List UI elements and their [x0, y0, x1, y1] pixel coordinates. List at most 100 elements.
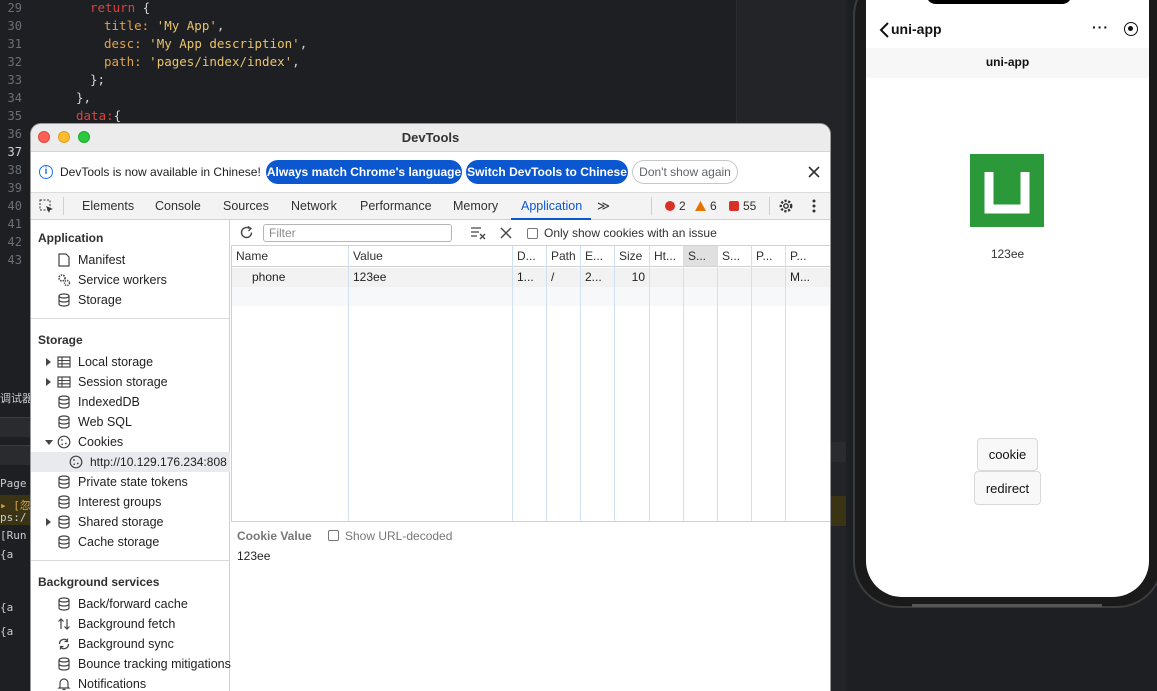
tab-separator	[63, 197, 64, 215]
filter-input[interactable]	[263, 224, 452, 242]
column-header-size[interactable]: Size	[615, 246, 649, 267]
warning-count-badge[interactable]: 6	[695, 199, 717, 213]
tab-performance[interactable]: Performance	[360, 199, 432, 213]
column-header-partition[interactable]: P...	[752, 246, 785, 267]
database-icon	[58, 657, 70, 671]
switch-to-chinese-button[interactable]: Switch DevTools to Chinese	[466, 160, 628, 184]
cookie-icon	[57, 435, 71, 449]
sidebar-item-background-sync[interactable]: Background sync	[31, 634, 230, 654]
column-header-value[interactable]: Value	[349, 246, 512, 267]
sidebar-item-private-state-tokens[interactable]: Private state tokens	[31, 472, 230, 492]
up-down-arrows-icon	[58, 618, 70, 630]
cookie-button[interactable]: cookie	[977, 438, 1038, 471]
clear-filtered-icon[interactable]	[470, 226, 486, 240]
bell-icon	[57, 678, 71, 691]
line-number: 42	[7, 235, 22, 249]
expand-arrow-icon[interactable]	[46, 518, 51, 526]
tab-memory[interactable]: Memory	[453, 199, 498, 213]
more-tabs-icon[interactable]: ≫	[597, 198, 610, 213]
code-line: },	[76, 90, 92, 105]
error-icon	[665, 201, 675, 211]
more-icon[interactable]: ···	[1092, 19, 1109, 35]
column-header-samesite[interactable]: S...	[718, 246, 751, 267]
sidebar-item-background-fetch[interactable]: Background fetch	[31, 614, 230, 634]
column-header-expires[interactable]: E...	[581, 246, 614, 267]
sidebar-item-interest-groups[interactable]: Interest groups	[31, 492, 230, 512]
expand-arrow-icon[interactable]	[46, 378, 51, 386]
sidebar-item-label: Private state tokens	[78, 475, 188, 489]
column-divider	[546, 246, 547, 521]
only-issues-label: Only show cookies with an issue	[544, 226, 717, 240]
phone-screen: uni-app ··· uni-app 123ee cookie redirec…	[866, 0, 1149, 597]
sidebar-item-indexeddb[interactable]: IndexedDB	[31, 392, 230, 412]
tab-elements[interactable]: Elements	[82, 199, 134, 213]
close-icon[interactable]	[806, 164, 822, 180]
sidebar-item-cache-storage[interactable]: Cache storage	[31, 532, 230, 552]
sidebar-item-label: Background fetch	[78, 617, 176, 631]
sidebar-item-local-storage[interactable]: Local storage	[31, 352, 230, 372]
sidebar-item-bounce-tracking[interactable]: Bounce tracking mitigations	[31, 654, 231, 674]
column-header-priority[interactable]: P...	[786, 246, 830, 267]
redirect-button[interactable]: redirect	[974, 471, 1041, 505]
url-decoded-checkbox[interactable]	[328, 530, 339, 541]
window-titlebar: DevTools	[31, 124, 830, 152]
column-divider	[614, 246, 615, 521]
refresh-icon[interactable]	[239, 225, 254, 240]
code-line: };	[90, 72, 106, 87]
settings-gear-icon[interactable]	[778, 198, 794, 214]
sidebar-item-manifest[interactable]: Manifest	[31, 250, 230, 270]
sidebar-item-label: IndexedDB	[78, 395, 140, 409]
sidebar-item-label: Web SQL	[78, 415, 132, 429]
line-number: 33	[7, 73, 22, 87]
table-icon	[57, 376, 71, 388]
sidebar-item-label: Cache storage	[78, 535, 160, 549]
always-match-language-button[interactable]: Always match Chrome's language	[266, 160, 462, 184]
sidebar-item-back-forward-cache[interactable]: Back/forward cache	[31, 594, 230, 614]
sidebar-item-notifications[interactable]: Notifications	[31, 674, 230, 691]
line-number: 29	[7, 1, 22, 15]
dont-show-again-button[interactable]: Don't show again	[632, 160, 738, 184]
tab-sources[interactable]: Sources	[223, 199, 269, 213]
column-header-secure[interactable]: S...	[684, 246, 717, 267]
kebab-menu-icon[interactable]	[810, 198, 818, 214]
cell-priority: M...	[790, 270, 810, 284]
column-header-httponly[interactable]: Ht...	[650, 246, 683, 267]
line-number: 36	[7, 127, 22, 141]
tab-console[interactable]: Console	[155, 199, 201, 213]
cookie-value-text[interactable]: 123ee	[237, 549, 270, 563]
record-icon[interactable]	[1124, 22, 1138, 36]
console-toolbar	[0, 445, 31, 465]
cookies-panel: Only show cookies with an issue Name Val…	[231, 220, 830, 691]
inspect-element-icon[interactable]	[39, 199, 54, 214]
collapse-arrow-icon[interactable]	[45, 440, 53, 445]
database-icon	[58, 515, 70, 529]
sidebar-item-label: Service workers	[78, 273, 167, 287]
console-obj-text: {a	[0, 548, 14, 561]
sidebar-item-shared-storage[interactable]: Shared storage	[31, 512, 230, 532]
info-icon: i	[39, 165, 53, 179]
sidebar-divider	[31, 560, 230, 561]
sidebar-item-session-storage[interactable]: Session storage	[31, 372, 230, 392]
error-count-badge[interactable]: 2	[665, 199, 686, 213]
clear-all-icon[interactable]	[500, 227, 512, 239]
column-header-name[interactable]: Name	[232, 246, 348, 267]
column-header-domain[interactable]: D...	[513, 246, 546, 267]
cell-partition	[752, 268, 785, 287]
sidebar-item-web-sql[interactable]: Web SQL	[31, 412, 230, 432]
database-icon	[58, 293, 70, 307]
sidebar-item-cookie-origin[interactable]: http://10.129.176.234:808	[31, 452, 230, 472]
sidebar-item-storage[interactable]: Storage	[31, 290, 230, 310]
issues-count-badge[interactable]: 55	[729, 199, 756, 213]
line-number: 41	[7, 217, 22, 231]
tab-network[interactable]: Network	[291, 199, 337, 213]
column-header-path[interactable]: Path	[547, 246, 580, 267]
console-ps-text: ps:/	[0, 511, 27, 524]
only-issues-checkbox[interactable]	[527, 228, 538, 239]
cookie-value-pane: Cookie Value Show URL-decoded 123ee	[231, 521, 830, 691]
tab-application[interactable]: Application	[521, 199, 582, 213]
issues-icon	[729, 201, 739, 211]
sidebar-item-cookies[interactable]: Cookies	[31, 432, 230, 452]
column-divider	[717, 246, 718, 521]
expand-arrow-icon[interactable]	[46, 358, 51, 366]
sidebar-item-service-workers[interactable]: Service workers	[31, 270, 230, 290]
